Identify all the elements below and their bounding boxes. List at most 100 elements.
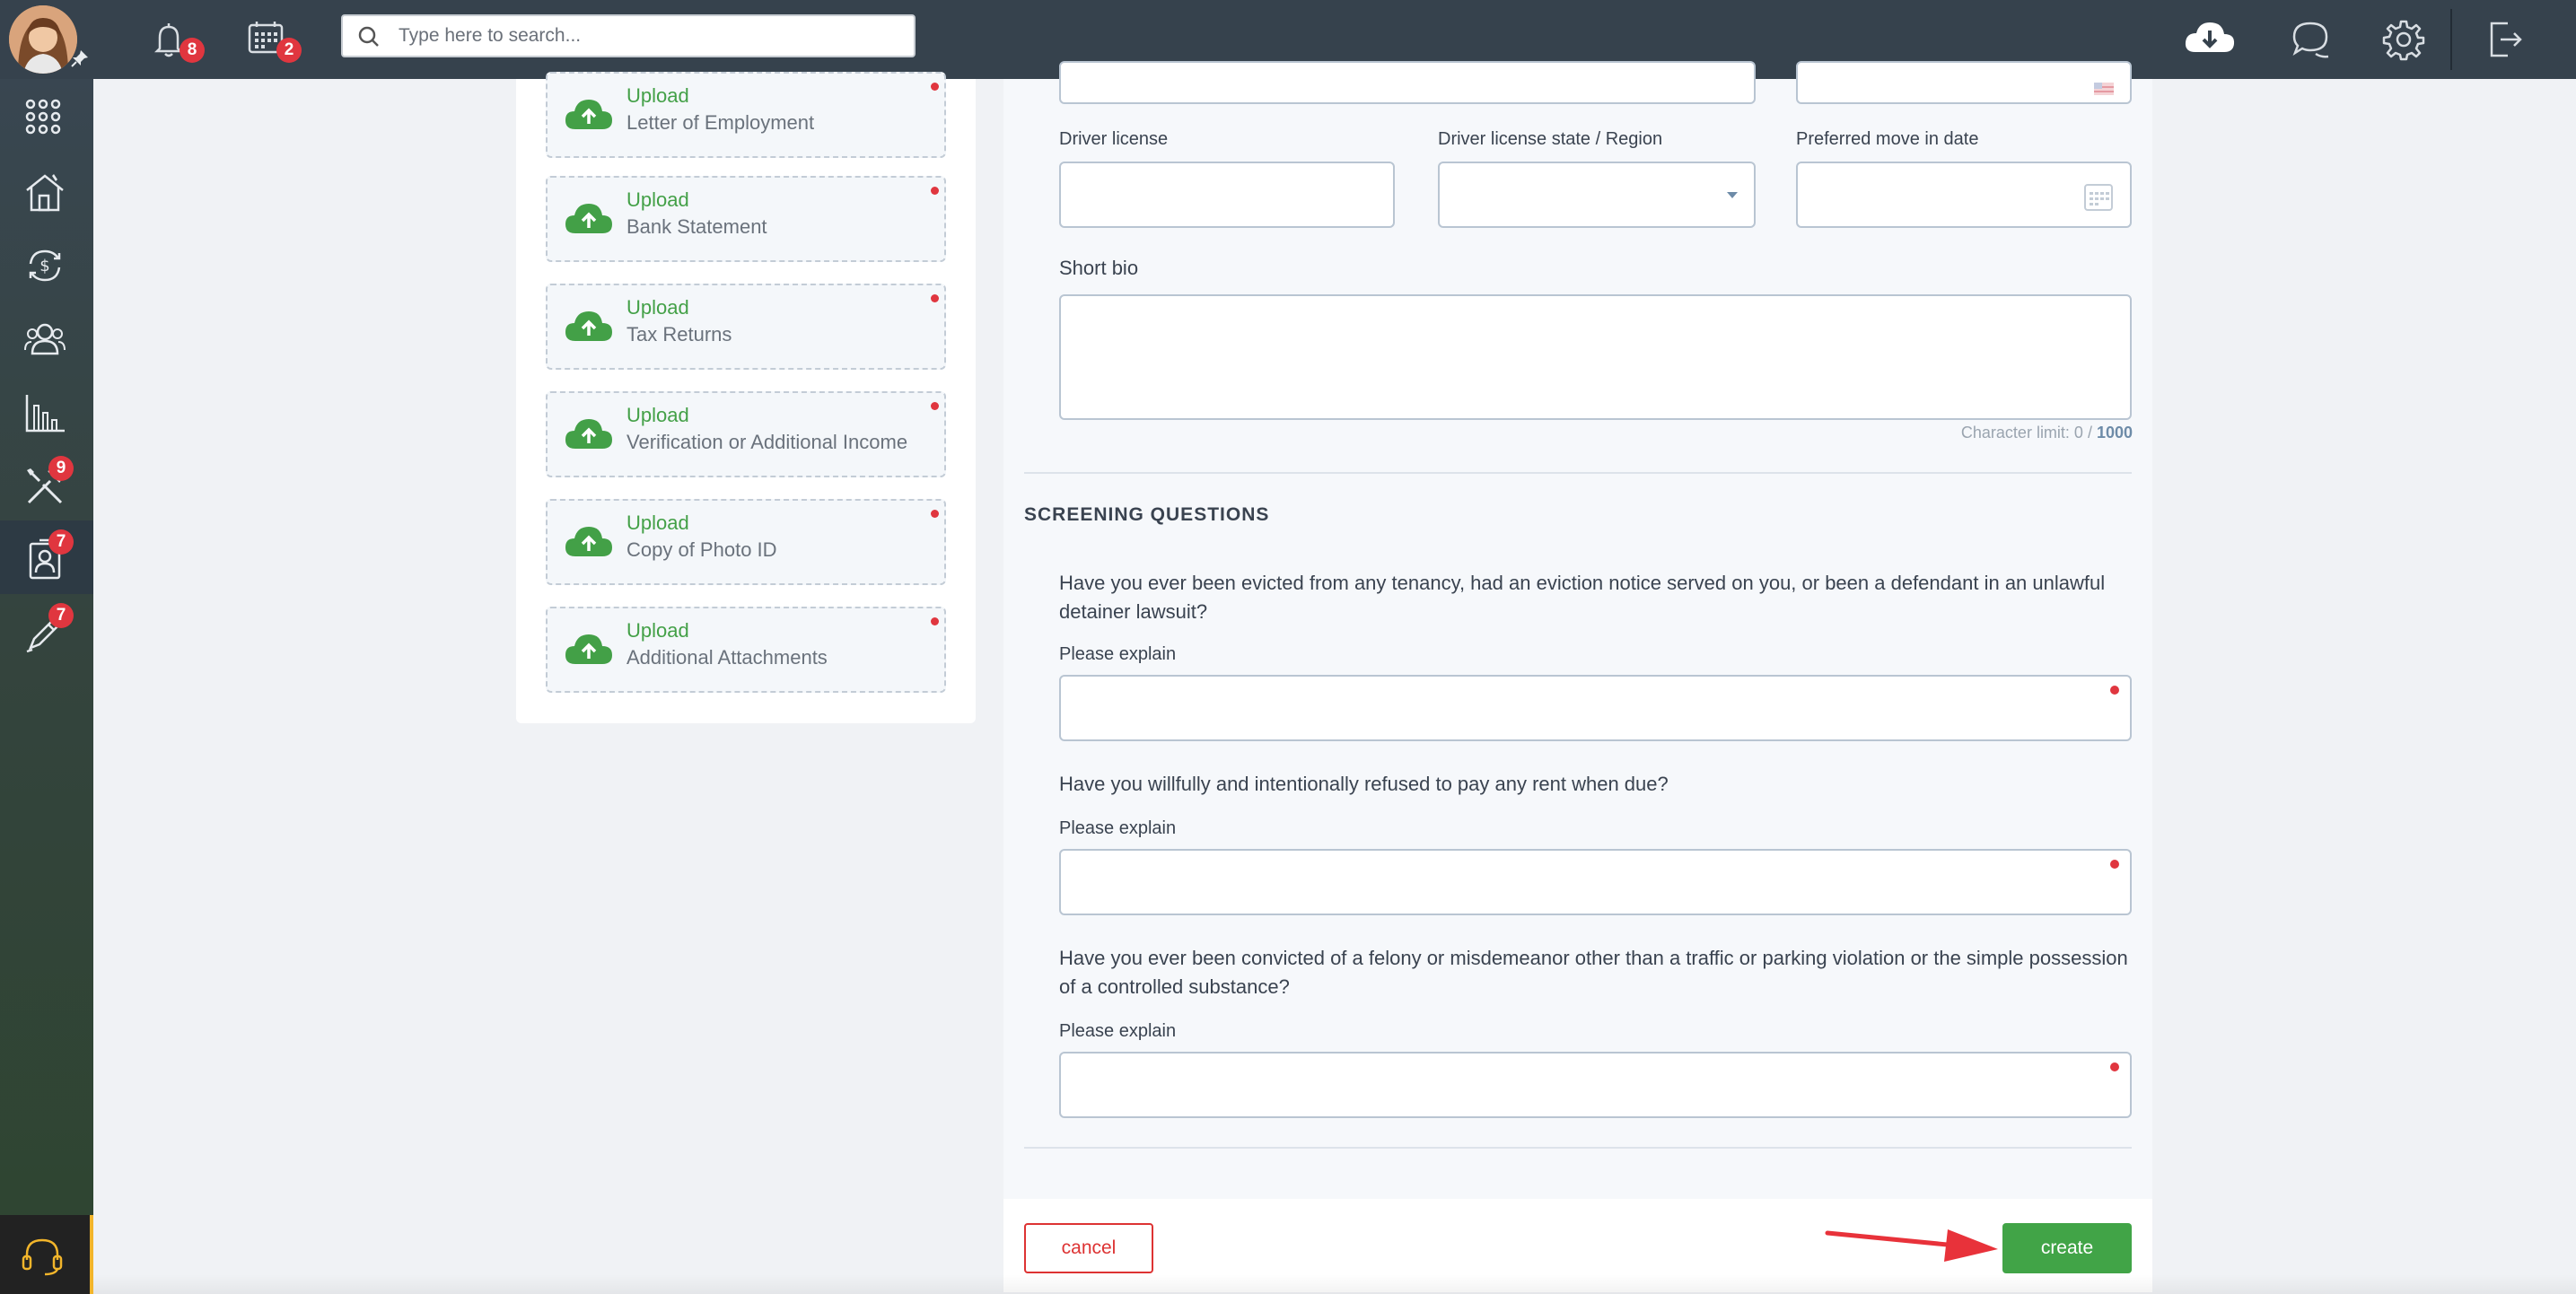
driver-license-state-select[interactable] [1438,162,1756,228]
settings-button[interactable] [2382,18,2425,61]
eviction-explain-input[interactable] [1061,677,2130,739]
sidebar-item-properties[interactable] [0,153,93,226]
calendar-button[interactable]: 2 [244,18,302,63]
sidebar-item-maintenance[interactable]: 9 [0,447,93,520]
cloud-upload-icon [565,527,612,556]
driver-license-input[interactable] [1061,163,1393,226]
flag-icon [2094,83,2114,95]
cloud-upload-icon [565,311,612,341]
sidebar-item-reports[interactable] [0,373,93,447]
search-box[interactable] [341,14,916,57]
upload-document-name: Tax Returns [626,323,732,345]
section-divider [1024,472,2132,474]
character-limit-text: Character limit: 0 / [1960,424,2097,442]
search-input[interactable] [399,23,901,48]
required-dot [931,402,939,410]
documents-upload-panel: Upload Letter of Employment Upload Bank … [516,72,976,723]
section-divider [1024,1147,2132,1149]
calendar-icon[interactable] [2083,181,2114,212]
move-in-date-field[interactable] [1796,162,2132,228]
felony-explain-field[interactable] [1059,1052,2132,1118]
pin-icon[interactable] [70,48,90,68]
eviction-explain-field[interactable] [1059,675,2132,741]
short-bio-textarea[interactable] [1061,296,2130,418]
screening-question-felony: Have you ever been convicted of a felony… [1059,947,2128,998]
reports-chart-icon [25,395,65,433]
driver-license-label: Driver license [1059,129,1169,149]
upload-action-label: Upload [626,84,689,107]
phone-field-input[interactable] [1796,61,2132,104]
sidebar: $ 9 7 7 [0,79,93,1294]
refused-rent-explain-input[interactable] [1061,851,2130,914]
sidebar-item-accounting[interactable]: $ [0,226,93,300]
sidebar-item-leasing[interactable]: 7 [0,594,93,668]
apps-grid-icon [25,99,61,135]
refused-rent-explain-field[interactable] [1059,849,2132,915]
upload-action-label: Upload [626,619,689,642]
caret-down-icon [1727,192,1738,198]
topbar-divider [2450,9,2452,70]
move-in-date-label: Preferred move in date [1796,129,1979,149]
headset-icon [22,1238,63,1276]
chat-icon [2292,22,2329,58]
notifications-button[interactable]: 8 [147,18,205,63]
logout-button[interactable] [2483,18,2526,61]
upload-verification-additional-income[interactable]: Upload Verification or Additional Income [546,391,946,477]
maintenance-badge: 9 [48,456,74,481]
driver-license-field[interactable] [1059,162,1395,228]
sidebar-item-people[interactable] [0,300,93,373]
application-form: Driver license Driver license state / Re… [1003,61,2152,1292]
accounting-dollar-icon: $ [29,249,61,282]
upload-document-name: Additional Attachments [626,646,828,669]
character-limit: Character limit: 0 / 1000 [1961,424,2133,442]
short-bio-field[interactable] [1059,294,2132,420]
user-avatar[interactable] [9,5,77,74]
cancel-button[interactable]: cancel [1024,1223,1153,1273]
required-dot [931,83,939,91]
required-dot [2110,1062,2119,1071]
cloud-upload-icon [565,634,612,664]
cloud-upload-icon [565,204,612,233]
page-bottom-edge [93,1274,2576,1294]
required-dot [931,187,939,195]
short-bio-label: Short bio [1059,257,1139,279]
calendar-badge: 2 [276,38,302,63]
leasing-badge: 7 [48,603,74,628]
people-icon [24,323,66,355]
cloud-upload-icon [565,419,612,449]
logout-icon [2490,22,2522,57]
applications-badge: 7 [48,529,74,555]
upload-action-label: Upload [626,511,689,534]
search-icon [358,26,379,47]
felony-explain-input[interactable] [1061,1054,2130,1116]
required-dot [2110,860,2119,869]
upload-document-name: Verification or Additional Income [626,431,908,453]
messages-button[interactable] [2289,18,2332,61]
svg-text:$: $ [39,257,49,275]
move-in-date-input[interactable] [1798,163,2130,226]
upload-document-name: Copy of Photo ID [626,538,777,561]
support-button[interactable] [0,1215,93,1294]
upload-document-name: Letter of Employment [626,111,815,134]
upload-document-name: Bank Statement [626,215,767,238]
screening-question-eviction: Have you ever been evicted from any tena… [1059,572,2106,623]
upload-letter-of-employment[interactable]: Upload Letter of Employment [546,72,946,158]
driver-license-state-label: Driver license state / Region [1438,129,1663,149]
upload-action-label: Upload [626,296,689,319]
upload-bank-statement[interactable]: Upload Bank Statement [546,176,946,262]
sidebar-item-applications[interactable]: 7 [0,520,93,594]
please-explain-label: Please explain [1059,644,1177,664]
previous-field-input[interactable] [1059,61,1756,104]
sidebar-item-apps[interactable] [0,79,93,153]
upload-copy-of-photo-id[interactable]: Upload Copy of Photo ID [546,499,946,585]
upload-action-label: Upload [626,404,689,426]
download-button[interactable] [2183,16,2237,59]
required-dot [931,510,939,518]
upload-tax-returns[interactable]: Upload Tax Returns [546,284,946,370]
screening-question-refused-rent: Have you willfully and intentionally ref… [1059,773,1669,795]
create-button[interactable]: create [2002,1223,2132,1273]
cloud-upload-icon [565,100,612,129]
cloud-download-icon [2185,22,2235,52]
upload-additional-attachments[interactable]: Upload Additional Attachments [546,607,946,693]
please-explain-label: Please explain [1059,1021,1177,1041]
